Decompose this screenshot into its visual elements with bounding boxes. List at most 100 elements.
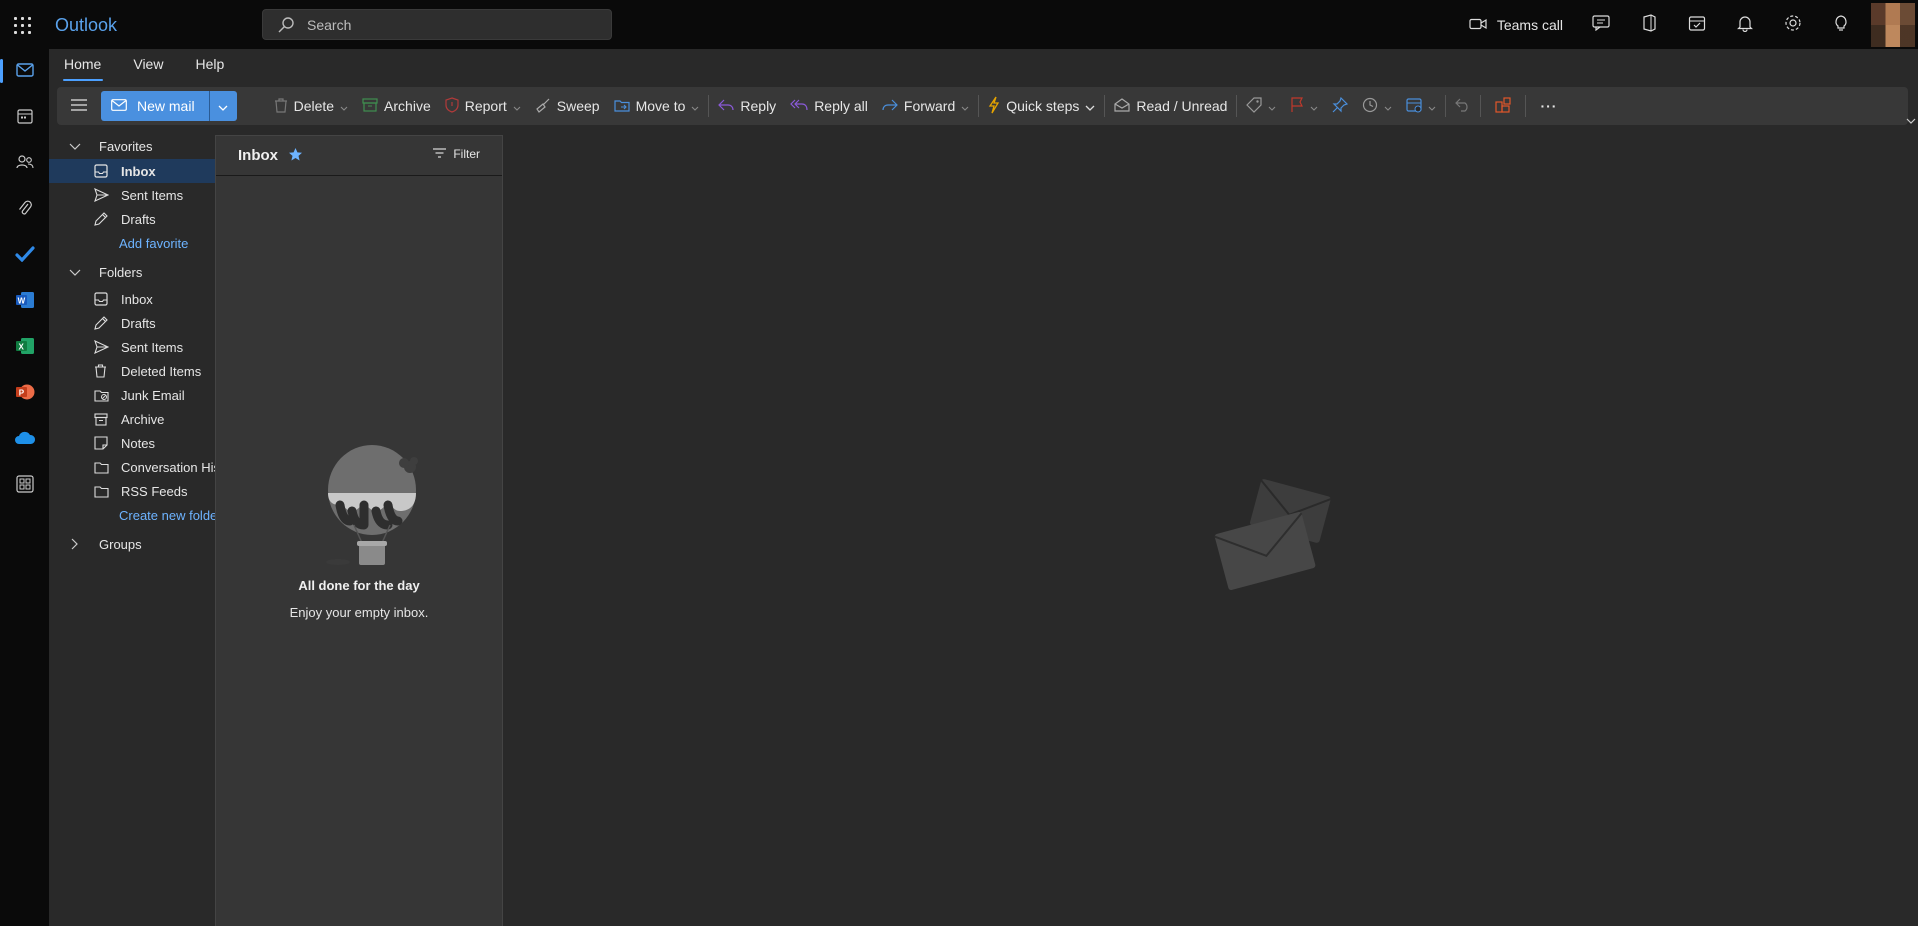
forward-button[interactable]: Forward [875, 91, 976, 121]
reply-all-button[interactable]: Reply all [783, 91, 875, 121]
reading-pane-envelopes-illustration [1207, 468, 1332, 593]
snooze-button[interactable] [1355, 91, 1399, 121]
app-launcher-icon[interactable] [12, 14, 34, 36]
pin-button[interactable] [1325, 91, 1355, 121]
word-icon: W [15, 291, 35, 312]
archive-button[interactable]: Archive [355, 91, 438, 121]
junk-icon [94, 388, 112, 402]
toolbar-divider [1480, 95, 1482, 117]
gear-icon [1784, 14, 1802, 35]
tab-view[interactable]: View [117, 49, 179, 87]
tab-help[interactable]: Help [179, 49, 240, 87]
new-mail-dropdown[interactable] [208, 91, 237, 121]
filter-button[interactable]: Filter [433, 147, 480, 161]
chevron-right-icon [69, 538, 85, 550]
search-input[interactable] [307, 13, 597, 37]
archive-label: Archive [384, 98, 431, 114]
pin-icon [1332, 96, 1349, 116]
nav-toggle-button[interactable] [57, 91, 97, 121]
more-options-button[interactable]: ··· [1528, 91, 1569, 121]
top-bar: Outlook Teams call [0, 0, 1918, 49]
files-app-button[interactable] [0, 189, 49, 229]
pencil-icon [94, 212, 112, 226]
avatar[interactable] [1871, 2, 1915, 47]
flag-button[interactable] [1283, 91, 1325, 121]
paperclip-icon [18, 199, 32, 220]
lightbulb-icon [1834, 14, 1848, 35]
rules-button[interactable] [1399, 91, 1443, 121]
clock-icon [1362, 97, 1378, 116]
powerpoint-app-button[interactable]: P [0, 373, 49, 413]
undo-button[interactable] [1448, 91, 1478, 121]
settings-button[interactable] [1769, 0, 1817, 49]
addin-grid-icon [1495, 96, 1512, 116]
calendar-icon [16, 108, 33, 127]
send-icon [94, 340, 112, 354]
chevron-down-icon [513, 98, 521, 114]
calendar-rules-icon [1406, 97, 1423, 116]
more-apps-button[interactable] [0, 465, 49, 505]
onedrive-app-button[interactable] [0, 419, 49, 459]
favorites-label: Favorites [99, 138, 153, 154]
search-box[interactable] [262, 9, 612, 40]
chevron-down-icon [218, 98, 228, 114]
quick-steps-label: Quick steps [1006, 98, 1080, 114]
tag-icon [1246, 96, 1263, 116]
move-to-button[interactable]: Move to [607, 91, 707, 121]
svg-text:W: W [17, 296, 25, 305]
my-day-button[interactable] [1673, 0, 1721, 49]
report-button[interactable]: Report [438, 91, 528, 121]
folder-move-icon [613, 98, 630, 115]
calendar-check-icon [1688, 14, 1706, 35]
apps-addin-button[interactable] [1483, 91, 1523, 121]
ribbon-tabs: Home View Help [49, 49, 240, 87]
folder-label: Junk Email [121, 387, 185, 403]
mail-icon [15, 62, 34, 80]
calendar-app-button[interactable] [0, 97, 49, 137]
reply-label: Reply [740, 98, 777, 114]
tab-home[interactable]: Home [49, 49, 117, 87]
todo-check-icon [14, 245, 35, 265]
chevron-down-icon [1085, 98, 1095, 114]
delete-button[interactable]: Delete [267, 91, 355, 121]
folder-label: RSS Feeds [121, 483, 188, 499]
read-unread-button[interactable]: Read / Unread [1107, 91, 1234, 121]
chat-button[interactable] [1577, 0, 1625, 49]
todo-app-button[interactable] [0, 235, 49, 275]
teams-call-button[interactable]: Teams call [1459, 0, 1577, 49]
envelope-open-icon [1114, 97, 1130, 115]
folder-label: Inbox [121, 163, 156, 179]
sweep-label: Sweep [556, 98, 600, 114]
undo-icon [1455, 98, 1471, 115]
notifications-button[interactable] [1721, 0, 1769, 49]
message-list: Inbox Filter All done for the day Enjoy … [215, 135, 503, 926]
note-icon [94, 436, 112, 450]
new-mail-button[interactable]: New mail [101, 91, 209, 121]
ribbon-expand-button[interactable] [1906, 111, 1916, 127]
people-icon [15, 154, 34, 173]
message-list-header: Inbox Filter [216, 135, 502, 176]
chevron-down-icon [1428, 98, 1436, 114]
apps-grid-icon [15, 474, 34, 496]
categorize-button[interactable] [1239, 91, 1283, 121]
mail-app-button[interactable] [0, 51, 49, 91]
reply-button[interactable]: Reply [711, 91, 783, 121]
people-app-button[interactable] [0, 143, 49, 183]
word-app-button[interactable]: W [0, 281, 49, 321]
folder-label: Deleted Items [121, 363, 202, 379]
office-button[interactable] [1625, 0, 1673, 49]
hamburger-icon [71, 98, 87, 114]
quick-steps-button[interactable]: Quick steps [981, 91, 1102, 121]
filter-icon [433, 147, 447, 161]
app-title[interactable]: Outlook [55, 15, 117, 36]
svg-text:P: P [18, 388, 24, 397]
favorite-star-icon[interactable] [288, 147, 303, 165]
forward-icon [882, 98, 898, 114]
flag-icon [1290, 96, 1304, 116]
excel-app-button[interactable]: X [0, 327, 49, 367]
tips-button[interactable] [1817, 0, 1865, 49]
message-list-title: Inbox [238, 147, 278, 164]
read-unread-label: Read / Unread [1136, 98, 1228, 114]
sweep-button[interactable]: Sweep [528, 91, 607, 121]
onedrive-cloud-icon [14, 431, 36, 448]
